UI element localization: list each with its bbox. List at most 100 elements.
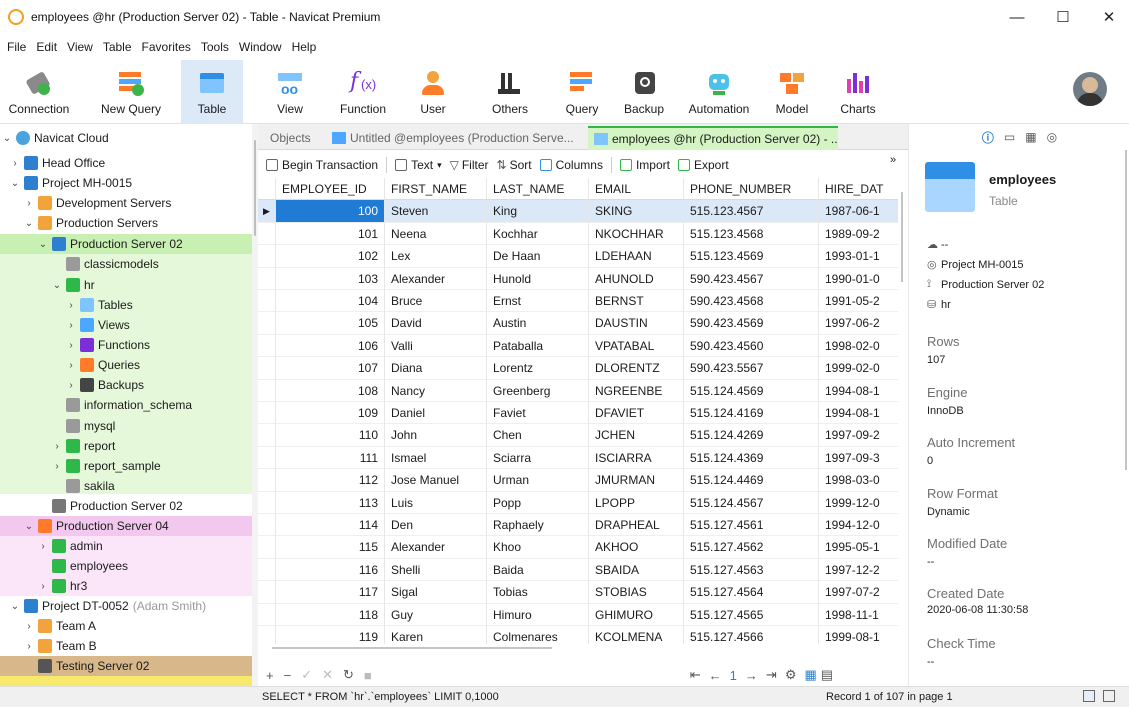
chevron-down-icon[interactable]: ⌄ — [8, 601, 22, 612]
table-cell[interactable]: ISCIARRA — [589, 446, 684, 470]
avatar[interactable] — [1073, 72, 1107, 106]
column-header[interactable]: HIRE_DAT — [819, 178, 898, 201]
chevron-down-icon[interactable]: ⌄ — [36, 239, 50, 250]
table-cell[interactable]: 590.423.4567 — [684, 267, 819, 290]
tree-item-functions[interactable]: › Functions — [0, 335, 252, 355]
table-cell[interactable]: 590.423.4560 — [684, 334, 819, 358]
table-cell[interactable]: STOBIAS — [589, 581, 684, 604]
info-scrollbar[interactable] — [1125, 150, 1127, 470]
table-cell[interactable]: Raphaely — [487, 514, 589, 537]
columns-button[interactable]: Columns — [539, 158, 603, 172]
table-cell[interactable]: 1994-08-1 — [819, 380, 898, 402]
table-cell[interactable]: 116 — [276, 558, 385, 582]
table-cell[interactable]: David — [385, 312, 487, 335]
table-cell[interactable]: 1999-08-1 — [819, 626, 898, 644]
table-row[interactable]: 104 Bruce Ernst BERNST 590.423.4568 1991-05-2 — [258, 290, 898, 313]
table-cell[interactable]: 515.124.4269 — [684, 424, 819, 447]
row-header[interactable] — [258, 446, 276, 470]
table-cell[interactable]: 1997-12-2 — [819, 559, 898, 582]
table-cell[interactable]: 1991-05-2 — [819, 290, 898, 313]
tree-item-employees[interactable]: employees — [0, 556, 252, 576]
table-cell[interactable]: Valli — [385, 334, 487, 358]
table-cell[interactable]: 1993-01-1 — [819, 245, 898, 268]
row-header[interactable] — [258, 603, 276, 626]
row-header[interactable] — [258, 290, 276, 313]
chevron-right-icon[interactable]: › — [64, 360, 78, 371]
query-button[interactable]: Query — [560, 60, 604, 124]
row-header[interactable] — [258, 245, 276, 268]
table-cell[interactable]: DRAPHEAL — [589, 514, 684, 537]
panel-left-icon[interactable] — [1083, 690, 1095, 702]
table-cell[interactable]: Tobias — [487, 581, 589, 604]
table-cell[interactable]: 1995-05-1 — [819, 536, 898, 559]
table-cell[interactable]: 1997-09-3 — [819, 447, 898, 470]
table-cell[interactable]: DAUSTIN — [589, 312, 684, 335]
table-cell[interactable]: 515.127.4566 — [684, 626, 819, 644]
table-cell[interactable]: AHUNOLD — [589, 267, 684, 290]
tree-item-report[interactable]: › report — [0, 436, 252, 456]
table-cell[interactable]: LDEHAAN — [589, 245, 684, 268]
menu-edit[interactable]: Edit — [31, 40, 62, 54]
table-cell[interactable]: Alexander — [385, 536, 487, 559]
ddl-icon[interactable]: ▭ — [1004, 130, 1015, 144]
menu-help[interactable]: Help — [287, 40, 322, 54]
table-cell[interactable]: Shelli — [385, 558, 487, 582]
table-cell[interactable]: 515.123.4569 — [684, 245, 819, 268]
automation-button[interactable]: Automation — [682, 60, 756, 124]
table-cell[interactable]: DLORENTZ — [589, 357, 684, 380]
view-button[interactable]: oo View — [265, 60, 315, 124]
chevron-right-icon[interactable]: › — [22, 641, 36, 652]
table-cell[interactable]: De Haan — [487, 245, 589, 268]
chevron-down-icon[interactable]: ⌄ — [22, 521, 36, 532]
table-cell[interactable]: 515.124.4569 — [684, 379, 819, 402]
table-cell[interactable]: 111 — [276, 446, 385, 470]
table-row[interactable]: 105 David Austin DAUSTIN 590.423.4569 1997-06… — [258, 312, 898, 335]
form-view-icon[interactable]: ▤ — [821, 667, 833, 683]
column-header[interactable]: EMPLOYEE_ID — [276, 178, 385, 201]
table-cell[interactable]: JCHEN — [589, 424, 684, 447]
stop-icon[interactable]: ■ — [364, 668, 372, 683]
table-cell[interactable]: 117 — [276, 581, 385, 604]
tree-item-testing-server[interactable]: Testing Server 02 — [0, 656, 252, 676]
minimize-button[interactable]: — — [994, 0, 1040, 34]
row-header[interactable] — [258, 222, 276, 246]
chevron-right-icon[interactable]: › — [22, 198, 36, 209]
row-header[interactable] — [258, 626, 276, 644]
row-header[interactable] — [258, 491, 276, 514]
menu-favorites[interactable]: Favorites — [137, 40, 196, 54]
row-header[interactable] — [258, 357, 276, 380]
table-cell[interactable]: 1994-12-0 — [819, 514, 898, 537]
apply-icon[interactable]: ✓ — [301, 667, 312, 683]
tree-item-sakila[interactable]: sakila — [0, 476, 252, 496]
new-query-button[interactable]: New Query — [88, 60, 174, 124]
table-row[interactable]: 111 Ismael Sciarra ISCIARRA 515.124.4369 1997… — [258, 446, 898, 470]
table-cell[interactable]: 515.127.4565 — [684, 603, 819, 626]
chevron-right-icon[interactable]: › — [8, 158, 22, 169]
close-button[interactable]: ✕ — [1086, 0, 1129, 34]
table-cell[interactable]: BERNST — [589, 290, 684, 313]
table-cell[interactable]: Austin — [487, 312, 589, 335]
table-cell[interactable]: 515.124.4469 — [684, 469, 819, 492]
table-cell[interactable]: 101 — [276, 222, 385, 246]
refresh-icon[interactable]: ↻ — [343, 667, 354, 683]
current-row-marker-icon[interactable]: ▶ — [258, 200, 276, 223]
table-cell[interactable]: Lex — [385, 245, 487, 268]
table-row[interactable]: 101 Neena Kochhar NKOCHHAR 515.123.4568 1989-… — [258, 222, 898, 246]
chevron-right-icon[interactable]: › — [36, 541, 50, 552]
table-cell[interactable]: Ismael — [385, 446, 487, 470]
info-icon[interactable]: ⓘ — [982, 129, 994, 146]
table-row[interactable]: 109 Daniel Faviet DFAVIET 515.124.4169 1994-0… — [258, 402, 898, 425]
table-cell[interactable]: GHIMURO — [589, 603, 684, 626]
table-cell[interactable]: 104 — [276, 290, 385, 313]
table-cell[interactable]: 114 — [276, 514, 385, 537]
maximize-button[interactable]: ☐ — [1040, 0, 1086, 34]
chevron-down-icon[interactable]: ⌄ — [8, 178, 22, 189]
tree-item-information-schema[interactable]: information_schema — [0, 395, 252, 415]
table-cell[interactable]: NKOCHHAR — [589, 222, 684, 246]
chevron-down-icon[interactable]: ⌄ — [50, 280, 64, 291]
table-cell[interactable]: King — [487, 200, 589, 223]
user-button[interactable]: User — [409, 60, 457, 124]
last-page-icon[interactable]: ⇥ — [766, 667, 777, 683]
tree-item-tables[interactable]: › Tables — [0, 295, 252, 315]
table-cell[interactable]: LPOPP — [589, 491, 684, 514]
